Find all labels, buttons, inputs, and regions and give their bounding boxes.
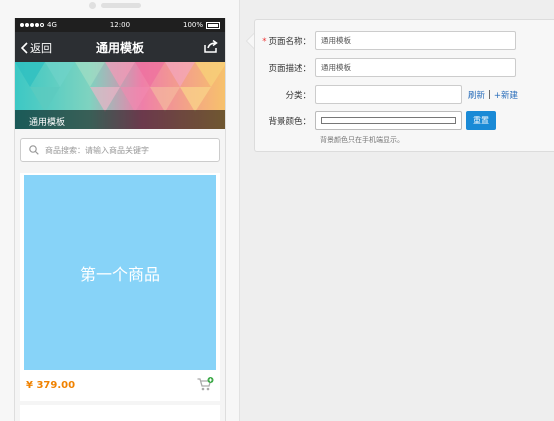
bg-color-picker[interactable] bbox=[315, 111, 462, 130]
reset-button[interactable]: 重置 bbox=[466, 111, 496, 130]
required-mark: * bbox=[262, 36, 267, 47]
link-separator: | bbox=[488, 89, 491, 100]
page-settings-panel: *页面名称： 页面描述： 分类： 刷新 | +新建 背景颜色： 重置 背景颜色只… bbox=[254, 19, 554, 152]
share-button[interactable] bbox=[204, 39, 218, 56]
row-bg-color: 背景颜色： 重置 bbox=[255, 111, 496, 130]
color-swatch bbox=[321, 117, 456, 124]
category-label: 分类： bbox=[285, 90, 311, 101]
product-price: ¥ 379.00 bbox=[26, 379, 76, 391]
back-label: 返回 bbox=[30, 42, 52, 55]
page-name-label: * 页面名称： bbox=[255, 35, 315, 47]
bg-color-label: 背景颜色： bbox=[268, 116, 311, 127]
phone-preview: 4G 12:00 100% 返回 通用模板 通用模板 商品搜索：请输入商品关键字… bbox=[0, 0, 240, 421]
chevron-left-icon bbox=[21, 42, 28, 54]
panel-pointer-inner bbox=[247, 34, 254, 48]
phone-top-bezel bbox=[0, 0, 239, 18]
next-product-card bbox=[20, 405, 220, 421]
back-button[interactable]: 返回 bbox=[21, 40, 52, 56]
nav-bar: 返回 通用模板 bbox=[15, 32, 225, 62]
battery-group: 100% bbox=[183, 21, 220, 29]
row-page-name: * 页面名称： bbox=[255, 31, 516, 50]
search-area: 商品搜索：请输入商品关键字 bbox=[15, 129, 225, 169]
product-image[interactable]: 第一个商品 bbox=[24, 175, 216, 370]
banner-label: 通用模板 bbox=[15, 110, 225, 129]
status-time: 12:00 bbox=[109, 21, 131, 29]
speaker-slot bbox=[101, 3, 141, 8]
battery-percent: 100% bbox=[182, 21, 203, 29]
product-footer: ¥ 379.00 bbox=[24, 370, 216, 400]
row-page-desc: 页面描述： bbox=[255, 58, 516, 77]
bg-color-hint: 背景颜色只在手机端显示。 bbox=[320, 136, 404, 144]
search-input[interactable]: 商品搜索：请输入商品关键字 bbox=[20, 138, 220, 162]
page-name-input[interactable] bbox=[315, 31, 516, 50]
share-icon bbox=[204, 39, 218, 53]
page-title: 通用模板 bbox=[95, 40, 144, 55]
signal-group: 4G bbox=[20, 21, 57, 29]
search-placeholder: 商品搜索：请输入商品关键字 bbox=[45, 145, 149, 155]
page-desc-label: 页面描述： bbox=[268, 63, 311, 74]
search-icon bbox=[29, 145, 39, 155]
page-desc-input[interactable] bbox=[315, 58, 516, 77]
product-card[interactable]: 第一个商品 ¥ 379.00 bbox=[20, 173, 220, 401]
new-category-link[interactable]: +新建 bbox=[494, 89, 518, 101]
carrier-text: 4G bbox=[47, 21, 57, 29]
signal-icon bbox=[20, 23, 44, 27]
page-name-label-text: 页面名称： bbox=[268, 36, 311, 47]
add-to-cart-button[interactable] bbox=[197, 376, 214, 394]
cart-plus-icon bbox=[197, 376, 214, 390]
refresh-link[interactable]: 刷新 bbox=[468, 89, 485, 101]
camera-dot bbox=[89, 2, 96, 9]
battery-icon bbox=[206, 21, 220, 29]
banner-image: 通用模板 bbox=[15, 62, 225, 129]
phone-screen: 4G 12:00 100% 返回 通用模板 通用模板 商品搜索：请输入商品关键字… bbox=[14, 18, 226, 421]
category-select[interactable] bbox=[315, 85, 462, 104]
product-name: 第一个商品 bbox=[79, 264, 160, 284]
status-bar: 4G 12:00 100% bbox=[15, 18, 225, 32]
row-category: 分类： 刷新 | +新建 bbox=[255, 85, 518, 104]
